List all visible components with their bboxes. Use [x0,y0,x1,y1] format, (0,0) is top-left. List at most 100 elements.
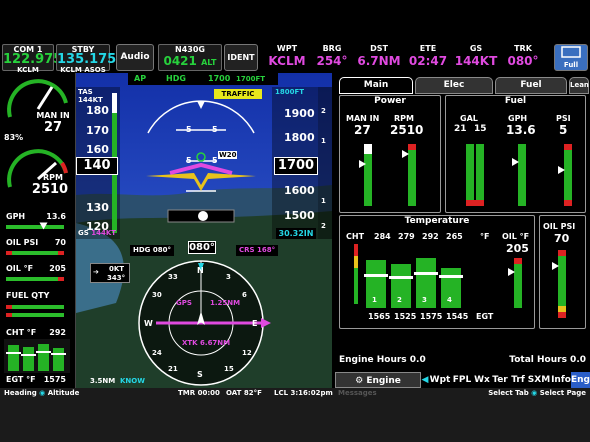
chevron-left-icon[interactable]: ◀ [421,372,429,388]
cht-value-4: 265 [446,232,463,241]
oat-value: 82°F [243,389,262,397]
compass-label: N [197,266,204,275]
afcs-status: AP HDG 1700 1700FT [128,73,278,85]
speed-tick: 160 [86,143,109,156]
strip-cht-value: 292 [49,328,66,337]
cylinder-number-4: 4 [447,296,452,304]
softkey-wx[interactable]: Wx [473,372,491,388]
strip-cyl-4-egt [51,353,66,355]
egt-value-3: 1575 [420,312,443,321]
compass-label: S [197,370,203,379]
strip-man-in-label: MAN IN [36,111,70,120]
strip-rpm-label: RPM [43,173,63,182]
timer-value: 00:00 [197,389,220,397]
softkey-trf[interactable]: Trf [509,372,527,388]
softkey-fpl[interactable]: FPL [451,372,473,388]
fuel-gal-left: 21 [454,124,467,134]
cht-value-1: 284 [374,232,391,241]
nav-source: GPS [176,299,192,307]
tab-elec[interactable]: Elec [415,77,493,94]
full-label: Full [563,61,579,69]
nav-header: DST [370,44,388,53]
fuel-gph-label: GPH [508,114,528,123]
nav-value: KCLM [268,54,306,68]
afcs-alt: 1700 [208,74,231,83]
local-time-value: 3:16:02pm [290,389,333,397]
tab-lean[interactable]: Lean [569,77,589,94]
transponder[interactable]: N430G 0421 ALT [158,44,222,71]
baro-setting[interactable]: 30.32IN [276,228,316,239]
waypoint-tag: W20 [218,151,238,159]
com1-radio[interactable]: COM 1 122.975 KCLM UNICOM [2,44,62,82]
ident-button[interactable]: IDENT [224,44,258,71]
airspeed-readout: 140 [76,157,118,175]
softkey-wpt[interactable]: Wpt [429,372,451,388]
primary-flight-display[interactable]: AP HDG 1700 1700FT TAS 144KT 180 170 160… [76,73,332,388]
afcs-hdg: HDG [166,74,186,83]
nav-header: ETE [419,44,437,53]
engine-button[interactable]: ⚙ Engine [335,372,421,388]
nav-header: BRG [322,44,342,53]
cht-unit: °F [480,232,490,241]
fuel-pressure-redline-low [564,200,572,206]
course-readout[interactable]: CRS 168° [236,245,279,256]
nav-header: TRK [514,44,532,53]
cylinder-number-3: 3 [422,296,427,304]
power-title: Power [374,96,406,106]
knob-function-right: Select Tab ◉ Select Page [488,388,586,399]
cylinder-number-2: 2 [397,296,402,304]
egt-value-2: 1525 [394,312,417,321]
altitude-tick: 1900 [284,107,315,120]
standby-frequency: 135.175 [57,52,117,67]
oil-pressure-redline-low [558,306,566,318]
power-rpm-value: 2510 [390,123,424,137]
cht-value-3: 292 [422,232,439,241]
oat-readout: OAT 82°F [226,388,262,399]
rpm-bar [408,144,416,206]
fuel-gal-right: 15 [474,124,487,134]
strip-cyl-2-egt [21,354,36,356]
compass-label: 6 [242,291,247,299]
temperature-panel: Temperature CHT 284 279 292 265 °F 1 2 3… [339,215,535,329]
strip-gph-label: GPH [6,212,26,221]
altitude-tick: 1800 [284,131,315,144]
strip-cyl-3-bar [38,344,49,371]
cross-track-error: XTK 6.67NM [182,339,231,347]
fuel-left-bar [466,144,474,206]
nav-value: 144KT [454,54,498,68]
nav-field-trk: TRK 080° [502,44,544,68]
compass-label: 3 [226,273,231,281]
oil-temp-redline [514,258,522,264]
map-range: 3.5NM [90,377,116,385]
nav-field-dst: DST 6.7NM [356,44,402,68]
cht-value-2: 279 [398,232,415,241]
tab-main[interactable]: Main [339,77,413,94]
softkey-ter[interactable]: Ter [491,372,509,388]
wind-box: ➔ 0KT 343° [90,263,130,283]
vsi-tick: 2 [321,222,326,230]
standby-radio[interactable]: STBY 135.175 KCLM ASOS [56,44,117,74]
heading-bug-readout[interactable]: HDG 080° [130,245,174,256]
strip-oil-temp-label: OIL °F [6,264,34,273]
fuel-qty-bar-left [6,305,64,309]
vsi-tick: 2 [321,107,326,115]
audio-button[interactable]: Audio [116,44,154,71]
knob-function-left: Heading ◉ Altitude [4,388,79,399]
timer-readout: TMR 00:00 [178,388,220,399]
power-man-in-value: 27 [354,123,371,137]
tas-value: 144KT [78,96,103,104]
fuel-pressure-pointer [558,166,565,174]
messages-label[interactable]: Messages [338,388,377,399]
oil-pressure-value: 70 [554,232,570,245]
fullscreen-icon [561,46,581,58]
pitch-label: 5 [212,125,218,134]
tab-fuel[interactable]: Fuel [495,77,567,94]
compass-label: 24 [152,349,162,357]
softkey-info[interactable]: Info [551,372,571,388]
softkey-sxm[interactable]: SXM [527,372,551,388]
cht-label: CHT [346,232,365,241]
softkey-eng[interactable]: Eng [571,372,590,388]
full-button[interactable]: Full [554,44,588,71]
oil-temp-redline [58,277,64,281]
wind-direction: 343° [107,274,126,282]
